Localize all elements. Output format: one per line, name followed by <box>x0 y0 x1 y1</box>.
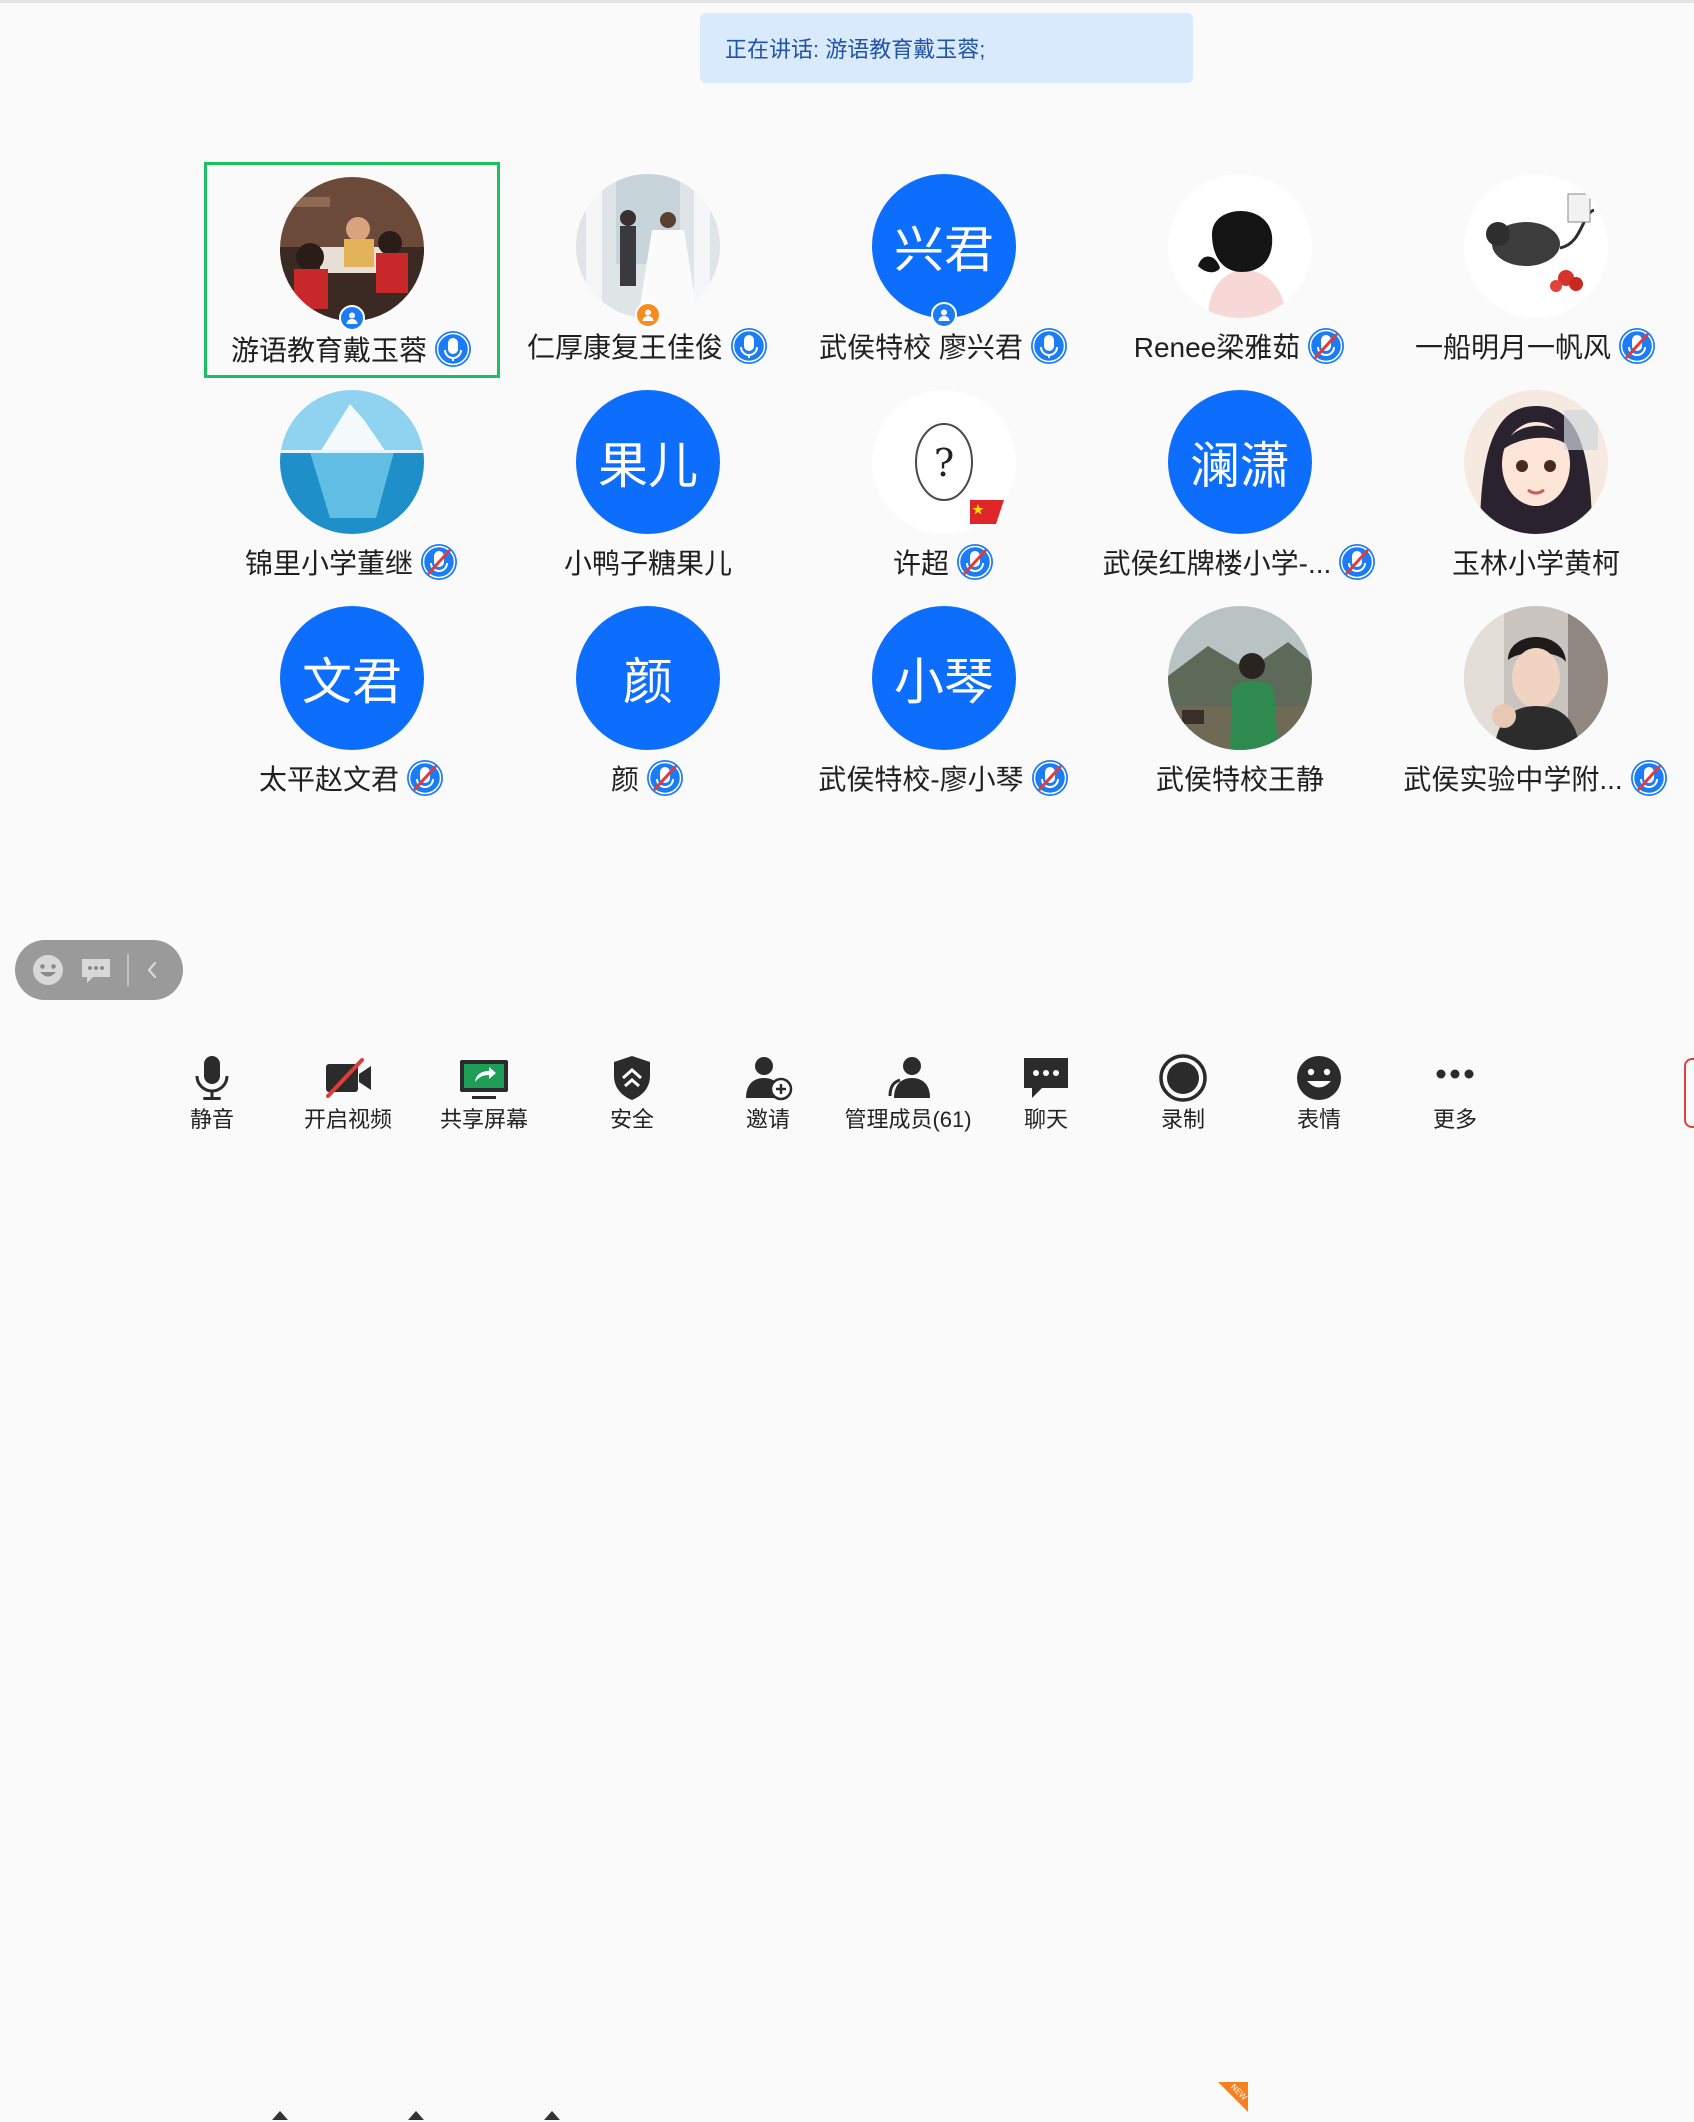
avatar <box>1168 174 1312 318</box>
avatar: 澜潇 <box>1168 390 1312 534</box>
start-video-button[interactable]: 开启视频 <box>283 1040 413 1137</box>
participant-name: 锦里小学董继 <box>244 548 413 579</box>
participant-name: 仁厚康复王佳俊 <box>526 332 723 363</box>
avatar-initials: 澜潇 <box>1190 437 1290 495</box>
participant-name: 许超 <box>892 548 949 579</box>
manage-members-button[interactable]: 管理成员(61) <box>843 1040 973 1137</box>
microphone-icon <box>195 1056 229 1100</box>
cohost-badge-icon <box>635 302 661 328</box>
more-label: 更多 <box>1432 1107 1477 1132</box>
share-screen-icon <box>460 1060 508 1099</box>
invite-button[interactable]: 邀请 <box>703 1040 833 1137</box>
mic-muted-icon <box>647 760 683 796</box>
emoji-icon[interactable] <box>31 953 65 987</box>
share-options-caret-icon[interactable] <box>542 2108 562 2122</box>
divider <box>127 954 129 986</box>
avatar <box>1168 606 1312 750</box>
participant-tile[interactable]: 锦里小学董继 <box>204 378 500 594</box>
participant-name: 武侯特校-廖小琴 <box>818 764 1024 795</box>
mute-options-caret-icon[interactable] <box>270 2108 290 2122</box>
avatar: 兴君 <box>872 174 1016 318</box>
participant-name: 一船明月一帆风 <box>1414 332 1611 363</box>
avatar-initials: 果儿 <box>598 437 698 495</box>
participant-tile[interactable]: 兴君 武侯特校 廖兴君 <box>796 162 1092 378</box>
participant-tile[interactable]: 颜 颜 <box>500 594 796 810</box>
svg-text:?: ? <box>934 441 954 485</box>
participant-tile[interactable]: 游语教育戴玉蓉 <box>204 162 500 378</box>
chat-bubble-icon[interactable] <box>79 953 113 987</box>
security-button[interactable]: 安全 <box>567 1040 697 1137</box>
china-flag-icon <box>970 500 1004 524</box>
more-dots-icon <box>1436 1069 1474 1079</box>
mic-muted-icon <box>407 760 443 796</box>
mic-muted-icon <box>1308 328 1345 364</box>
avatar-initials: 文君 <box>302 653 402 711</box>
record-icon <box>1159 1054 1207 1102</box>
share-screen-label: 共享屏幕 <box>439 1107 528 1132</box>
host-badge-icon <box>931 302 957 328</box>
add-user-icon <box>746 1057 793 1101</box>
members-icon <box>888 1057 930 1098</box>
shield-icon <box>614 1056 650 1100</box>
smiley-icon <box>1297 1056 1341 1100</box>
mic-muted-icon <box>421 544 457 580</box>
participant-name: 颜 <box>610 764 639 795</box>
avatar <box>280 177 424 321</box>
participant-name: 武侯红牌楼小学-... <box>1102 548 1332 579</box>
meeting-toolbar: 静音 开启视频 共享屏幕 安全 邀请 管理成员(61) 聊天 录制 NEW 表情… <box>0 1040 1694 2120</box>
avatar <box>280 390 424 534</box>
mute-button[interactable]: 静音 <box>147 1040 277 1137</box>
avatar: 果儿 <box>576 390 720 534</box>
mic-muted-icon <box>957 544 993 580</box>
avatar <box>1464 390 1608 534</box>
participant-tile[interactable]: 澜潇 武侯红牌楼小学-... <box>1092 378 1388 594</box>
record-button[interactable]: 录制 <box>1118 1040 1248 1137</box>
reactions-button[interactable]: 表情 <box>1254 1040 1384 1137</box>
host-badge-icon <box>339 305 365 331</box>
edge-handle[interactable] <box>1684 1058 1694 1128</box>
share-screen-button[interactable]: 共享屏幕 <box>419 1040 549 1137</box>
avatar: 文君 <box>280 606 424 750</box>
participant-name: 武侯实验中学附... <box>1403 764 1623 795</box>
chat-icon <box>1024 1058 1068 1098</box>
mic-muted-icon <box>1630 760 1667 796</box>
avatar-initials: 兴君 <box>894 221 994 279</box>
participant-tile[interactable]: 一船明月一帆风 <box>1388 162 1684 378</box>
avatar: 颜 <box>576 606 720 750</box>
participant-name: Renee梁雅茹 <box>1133 332 1301 363</box>
participant-tile[interactable]: 玉林小学黄柯 <box>1388 378 1684 594</box>
participant-tile[interactable]: ? 许超 <box>796 378 1092 594</box>
participant-name: 游语教育戴玉蓉 <box>230 335 427 366</box>
new-badge-icon: NEW <box>1218 2082 1248 2112</box>
chevron-left-icon[interactable] <box>143 959 161 981</box>
participant-tile[interactable]: 武侯实验中学附... <box>1388 594 1684 810</box>
participant-name: 武侯特校王静 <box>1155 764 1324 795</box>
video-off-icon <box>326 1058 371 1098</box>
mic-muted-icon <box>1619 328 1655 364</box>
participant-tile[interactable]: 小琴 武侯特校-廖小琴 <box>796 594 1092 810</box>
participant-grid: 游语教育戴玉蓉 仁厚康复王佳俊 兴君 武侯特校 廖兴君 Renee梁雅茹 一船明… <box>0 0 1694 900</box>
participant-name: 武侯特校 廖兴君 <box>819 332 1023 363</box>
avatar <box>576 174 720 318</box>
avatar <box>1464 606 1608 750</box>
participant-name: 太平赵文君 <box>258 764 399 795</box>
avatar: 小琴 <box>872 606 1016 750</box>
participant-tile[interactable]: 武侯特校王静 <box>1092 594 1388 810</box>
participant-name: 小鸭子糖果儿 <box>563 548 732 579</box>
participant-tile[interactable]: 文君 太平赵文君 <box>204 594 500 810</box>
avatar-initials: 小琴 <box>894 653 994 711</box>
participant-tile[interactable]: 果儿 小鸭子糖果儿 <box>500 378 796 594</box>
participant-name: 玉林小学黄柯 <box>1451 548 1620 579</box>
participant-tile[interactable]: 仁厚康复王佳俊 <box>500 162 796 378</box>
avatar <box>1464 174 1608 318</box>
avatar-initials: 颜 <box>623 653 673 711</box>
floating-controls <box>15 940 183 1000</box>
participant-tile[interactable]: Renee梁雅茹 <box>1092 162 1388 378</box>
chat-button[interactable]: 聊天 <box>981 1040 1111 1137</box>
video-options-caret-icon[interactable] <box>406 2108 426 2122</box>
more-button[interactable]: 更多 <box>1390 1040 1520 1137</box>
